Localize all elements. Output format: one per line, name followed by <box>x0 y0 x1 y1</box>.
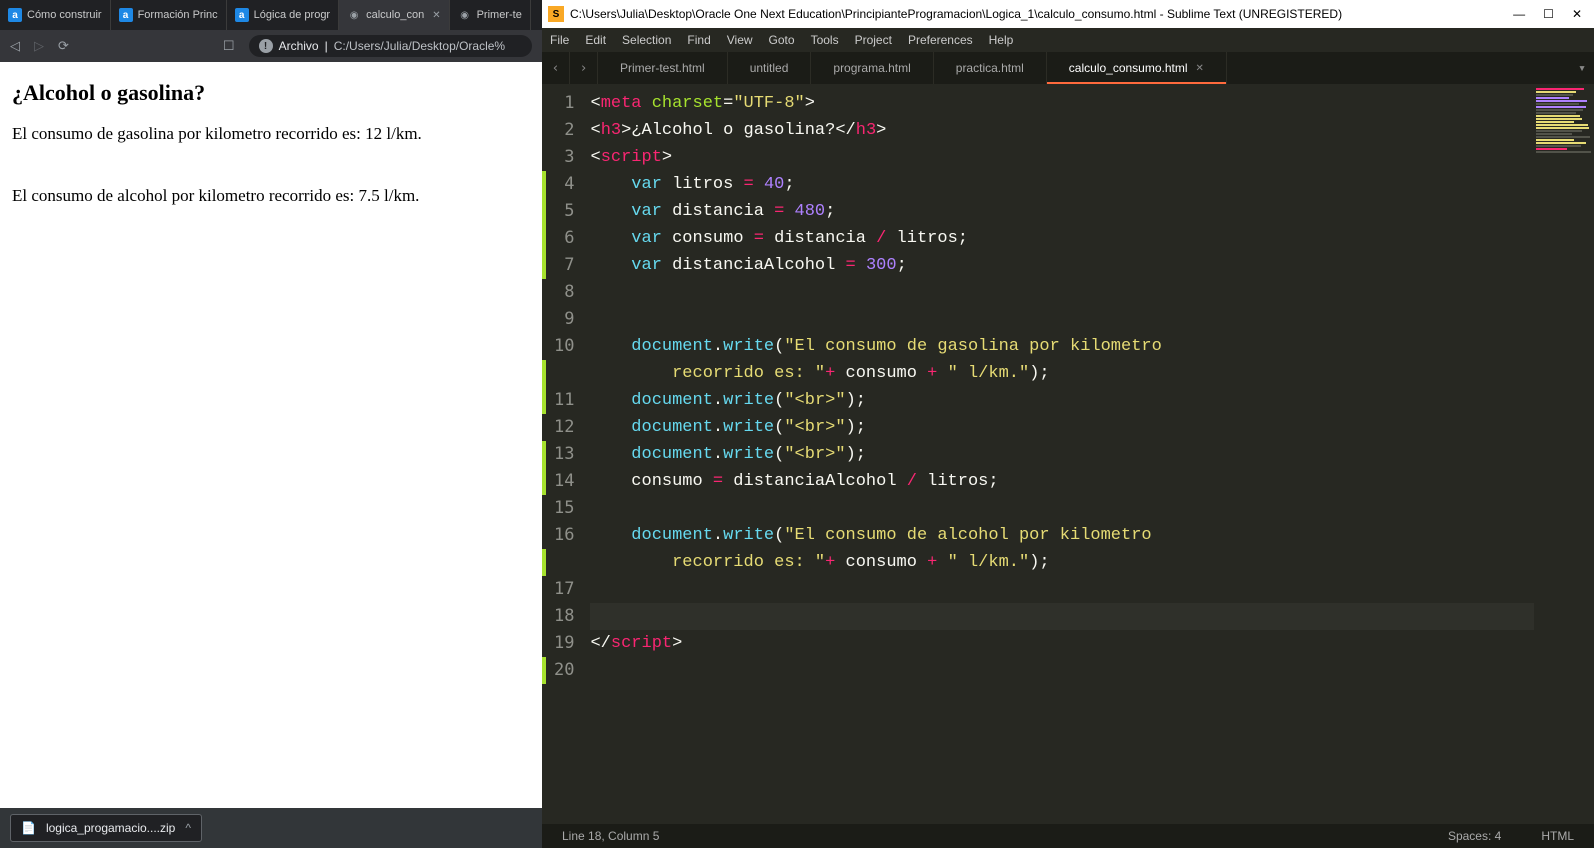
site-info-icon[interactable]: ! <box>259 39 273 53</box>
editor-tab-label: practica.html <box>956 61 1024 75</box>
editor-tab-label: Primer-test.html <box>620 61 705 75</box>
nav-forward-icon[interactable]: ▷ <box>34 38 44 54</box>
status-bar: Line 18, Column 5 Spaces: 4 HTML <box>542 824 1594 848</box>
url-scheme-label: Archivo <box>279 39 319 53</box>
close-button[interactable]: ✕ <box>1572 7 1582 21</box>
menu-preferences[interactable]: Preferences <box>908 33 973 47</box>
browser-tab[interactable]: a Formación Princ <box>111 0 227 30</box>
browser-tab[interactable]: ◉ calculo_con ✕ <box>339 0 449 30</box>
menu-project[interactable]: Project <box>855 33 892 47</box>
status-syntax[interactable]: HTML <box>1541 829 1574 843</box>
tab-history-forward-icon[interactable]: › <box>570 52 598 84</box>
url-path: C:/Users/Julia/Desktop/Oracle% <box>334 39 505 53</box>
browser-window: a Cómo construir a Formación Princ a Lógica d… <box>0 0 542 848</box>
close-icon[interactable]: ✕ <box>432 10 440 21</box>
minimap[interactable] <box>1534 84 1594 824</box>
code-editor[interactable]: <meta charset="UTF-8"><h3>¿Alcohol o gas… <box>584 84 1534 824</box>
alura-favicon: a <box>235 8 249 22</box>
download-filename: logica_progamacio....zip <box>46 821 175 835</box>
editor-area[interactable]: 12345678910 111213141516 17181920 <meta … <box>542 84 1594 824</box>
line-number-gutter: 12345678910 111213141516 17181920 <box>546 84 584 824</box>
editor-tab[interactable]: untitled <box>728 52 812 84</box>
address-bar[interactable]: ! Archivo | C:/Users/Julia/Desktop/Oracl… <box>249 35 532 57</box>
menu-find[interactable]: Find <box>687 33 710 47</box>
page-text-alcohol: El consumo de alcohol por kilometro reco… <box>12 186 530 206</box>
browser-tab[interactable]: a Cómo construir <box>0 0 111 30</box>
menu-bar: File Edit Selection Find View Goto Tools Projec… <box>542 28 1594 52</box>
browser-tab[interactable]: ◉ Primer-te <box>450 0 531 30</box>
browser-tab-label: Formación Princ <box>138 9 218 21</box>
maximize-button[interactable]: ☐ <box>1543 7 1554 21</box>
browser-toolbar: ◁ ▷ ⟳ ☐ ! Archivo | C:/Users/Julia/Deskt… <box>0 30 542 62</box>
editor-tab[interactable]: practica.html <box>934 52 1047 84</box>
browser-tab[interactable]: a Lógica de progr <box>227 0 339 30</box>
browser-tab-label: Primer-te <box>477 9 522 21</box>
tab-history-back-icon[interactable]: ‹ <box>542 52 570 84</box>
editor-tab[interactable]: Primer-test.html <box>598 52 728 84</box>
editor-tab-label: programa.html <box>833 61 910 75</box>
globe-icon: ◉ <box>347 8 361 22</box>
nav-back-icon[interactable]: ◁ <box>10 38 20 54</box>
download-shelf: 📄 logica_progamacio....zip ^ <box>0 808 542 848</box>
page-viewport: ¿Alcohol o gasolina? El consumo de gasol… <box>0 62 542 808</box>
page-heading: ¿Alcohol o gasolina? <box>12 80 530 106</box>
menu-selection[interactable]: Selection <box>622 33 671 47</box>
window-title: C:\Users\Julia\Desktop\Oracle One Next E… <box>570 7 1342 21</box>
file-icon: 📄 <box>21 821 36 835</box>
close-icon[interactable]: ✕ <box>1196 63 1204 74</box>
menu-file[interactable]: File <box>550 33 569 47</box>
editor-tab[interactable]: calculo_consumo.html ✕ <box>1047 52 1227 84</box>
tab-menu-button[interactable]: ▾ <box>1570 52 1594 84</box>
reload-icon[interactable]: ⟳ <box>58 38 69 54</box>
menu-help[interactable]: Help <box>989 33 1014 47</box>
editor-tab-label: untitled <box>750 61 789 75</box>
alura-favicon: a <box>8 8 22 22</box>
menu-goto[interactable]: Goto <box>769 33 795 47</box>
browser-tab-label: calculo_con <box>366 9 424 21</box>
editor-tab-label: calculo_consumo.html <box>1069 61 1188 75</box>
sublime-window: S C:\Users\Julia\Desktop\Oracle One Next… <box>542 0 1594 848</box>
menu-tools[interactable]: Tools <box>811 33 839 47</box>
url-divider: | <box>325 39 328 53</box>
browser-tab-label: Cómo construir <box>27 9 102 21</box>
editor-tabbar: ‹ › Primer-test.html untitled programa.htm… <box>542 52 1594 84</box>
chevron-up-icon[interactable]: ^ <box>185 821 191 835</box>
menu-edit[interactable]: Edit <box>585 33 606 47</box>
globe-icon: ◉ <box>458 8 472 22</box>
editor-tab[interactable]: programa.html <box>811 52 933 84</box>
window-titlebar: S C:\Users\Julia\Desktop\Oracle One Next… <box>542 0 1594 28</box>
bookmark-icon[interactable]: ☐ <box>223 38 235 54</box>
download-item[interactable]: 📄 logica_progamacio....zip ^ <box>10 814 202 842</box>
status-cursor-position[interactable]: Line 18, Column 5 <box>562 829 659 843</box>
browser-tabstrip: a Cómo construir a Formación Princ a Lógica d… <box>0 0 542 30</box>
page-text-gasolina: El consumo de gasolina por kilometro rec… <box>12 124 530 144</box>
sublime-app-icon: S <box>548 6 564 22</box>
browser-tab-label: Lógica de progr <box>254 9 330 21</box>
menu-view[interactable]: View <box>727 33 753 47</box>
alura-favicon: a <box>119 8 133 22</box>
status-indentation[interactable]: Spaces: 4 <box>1448 829 1501 843</box>
minimize-button[interactable]: — <box>1513 7 1525 21</box>
